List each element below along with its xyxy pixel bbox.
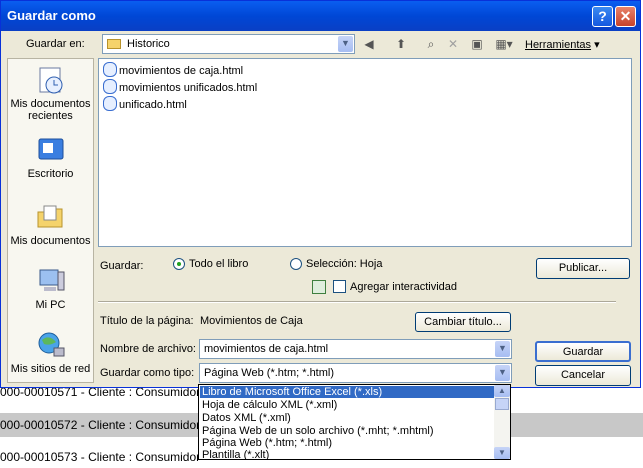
filename-label: Nombre de archivo:: [100, 343, 196, 355]
my-documents-icon: [36, 202, 66, 232]
views-icon[interactable]: ▦▾: [490, 35, 518, 53]
radio-selection[interactable]: [290, 258, 302, 270]
html-file-icon: [103, 96, 117, 111]
chevron-down-icon[interactable]: ▼: [495, 341, 510, 357]
search-web-icon[interactable]: ⌕: [421, 35, 441, 53]
radio-selection-label: Selección: Hoja: [306, 258, 383, 270]
dropdown-option[interactable]: Plantilla (*.xlt): [200, 449, 495, 459]
close-icon: ✕: [619, 8, 632, 24]
page-title-value: Movimientos de Caja: [200, 315, 303, 327]
places-bar: Mis documentos recientes Escritorio Mis …: [7, 58, 94, 383]
place-my-documents[interactable]: Mis documentos: [8, 202, 93, 247]
radio-entire-workbook-label: Todo el libro: [189, 258, 249, 270]
dropdown-scrollbar[interactable]: ▲ ▼: [494, 385, 510, 459]
file-list[interactable]: movimientos de caja.html movimientos uni…: [98, 58, 632, 247]
save-scope-label: Guardar:: [100, 260, 144, 272]
publish-button[interactable]: Publicar...: [536, 258, 630, 279]
up-folder-icon[interactable]: ⬆: [391, 35, 411, 53]
change-title-button[interactable]: Cambiar título...: [415, 312, 511, 332]
network-places-icon: [36, 330, 66, 360]
cancel-button[interactable]: Cancelar: [535, 365, 631, 386]
list-item[interactable]: unificado.html: [103, 96, 187, 112]
help-icon: ?: [598, 8, 607, 24]
place-network[interactable]: Mis sitios de red: [8, 330, 93, 375]
list-item[interactable]: movimientos unificados.html: [103, 79, 257, 95]
place-desktop[interactable]: Escritorio: [8, 135, 93, 180]
dropdown-option[interactable]: Página Web de un solo archivo (*.mht; *.…: [200, 425, 495, 437]
dialog-title: Guardar como: [7, 8, 96, 23]
delete-icon[interactable]: ✕: [444, 35, 462, 53]
save-as-dialog: Guardar como ? ✕ Guardar en: Historico ▼…: [0, 0, 641, 388]
close-button[interactable]: ✕: [615, 6, 636, 27]
save-in-value: Historico: [127, 38, 170, 50]
scroll-thumb[interactable]: [495, 398, 509, 410]
dropdown-option[interactable]: Página Web (*.htm; *.html): [200, 437, 495, 449]
place-recent[interactable]: Mis documentos recientes: [8, 65, 93, 122]
back-icon[interactable]: ◀: [360, 35, 378, 53]
save-in-combo[interactable]: Historico ▼: [102, 34, 355, 54]
desktop-icon: [36, 135, 66, 165]
interactivity-checkbox[interactable]: [333, 280, 346, 293]
chevron-down-icon[interactable]: ▼: [338, 36, 353, 52]
dropdown-option[interactable]: Datos XML (*.xml): [200, 412, 495, 424]
title-bar[interactable]: Guardar como ? ✕: [1, 1, 640, 31]
html-file-icon: [103, 62, 117, 77]
list-item[interactable]: movimientos de caja.html: [103, 62, 243, 78]
help-button[interactable]: ?: [592, 6, 613, 27]
tools-menu[interactable]: Herramientas ▾: [525, 38, 600, 51]
save-button[interactable]: Guardar: [535, 341, 631, 362]
scroll-up-icon[interactable]: ▲: [494, 385, 510, 397]
recent-documents-icon: [36, 65, 66, 95]
page-title-label: Título de la página:: [100, 315, 194, 327]
interactivity-icon: [312, 280, 326, 294]
folder-icon: [107, 39, 121, 49]
new-folder-icon[interactable]: ▣: [467, 35, 487, 53]
html-file-icon: [103, 79, 117, 94]
dropdown-option[interactable]: Hoja de cálculo XML (*.xml): [200, 399, 495, 411]
scroll-down-icon[interactable]: ▼: [494, 447, 510, 459]
save-in-label: Guardar en:: [26, 38, 85, 50]
filetype-select[interactable]: Página Web (*.htm; *.html) ▼: [199, 363, 512, 383]
filename-input[interactable]: movimientos de caja.html ▼: [199, 339, 512, 359]
radio-entire-workbook[interactable]: [173, 258, 185, 270]
divider: [98, 301, 616, 303]
interactivity-label: Agregar interactividad: [350, 281, 458, 293]
chevron-down-icon[interactable]: ▼: [495, 365, 510, 381]
dropdown-option[interactable]: Libro de Microsoft Office Excel (*.xls): [200, 386, 495, 398]
filetype-dropdown-list[interactable]: Libro de Microsoft Office Excel (*.xls) …: [198, 384, 511, 460]
filetype-label: Guardar como tipo:: [100, 367, 195, 379]
place-my-computer[interactable]: Mi PC: [8, 266, 93, 311]
my-computer-icon: [36, 266, 66, 296]
